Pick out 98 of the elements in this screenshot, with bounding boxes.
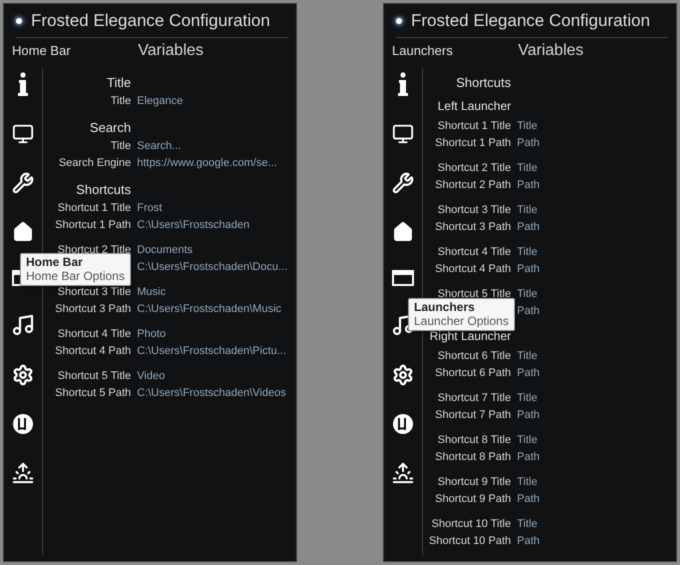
field-label: Shortcut 6 Path [434,366,511,378]
field-label: Shortcut 5 Title [56,370,131,382]
field-value[interactable]: Photo [137,328,288,340]
column-heading: Variables [138,42,205,60]
field-value[interactable]: Elegance [137,94,288,106]
window-title: Frosted Elegance Configuration [31,10,270,30]
field-value[interactable]: Path [517,262,540,274]
info-icon[interactable] [397,72,409,96]
field-value[interactable]: C:\Users\Frostschaden\Videos [137,386,288,398]
field-value[interactable]: Title [517,518,540,530]
field-value[interactable]: Path [517,492,540,504]
home-icon[interactable] [392,221,414,243]
tooltip-text: Home Bar Options [26,269,125,283]
field-value[interactable]: Search... [137,140,288,152]
group-heading: Title [106,74,131,91]
group-heading: Shortcuts [455,74,511,91]
mu-logo-icon[interactable] [392,413,414,435]
window-title: Frosted Elegance Configuration [411,10,650,30]
field-label: Shortcut 3 Path [434,220,511,232]
field-value[interactable]: Title [517,434,540,446]
field-value[interactable]: C:\Users\Frostschaden\Music [137,302,288,314]
mu-logo-icon[interactable] [12,413,34,435]
field-label: Shortcut 3 Title [56,286,131,298]
field-value[interactable]: Path [517,408,540,420]
field-label: Shortcut 4 Path [434,262,511,274]
group-heading: Search [88,119,131,136]
field-value[interactable]: Path [517,450,540,462]
field-value[interactable]: Title [517,246,540,258]
group-heading: Shortcuts [75,181,131,198]
field-label: Shortcut 3 Title [436,204,511,216]
field-value[interactable]: Title [517,162,540,174]
field-value[interactable]: Path [517,178,540,190]
section-title: Home Bar [12,43,72,58]
field-label: Shortcut 2 Title [56,244,131,256]
tooltip-title: Home Bar [26,255,84,269]
field-value[interactable]: C:\Users\Frostschaden [137,218,288,230]
field-value[interactable]: Path [517,136,540,148]
field-label: Shortcut 2 Title [436,162,511,174]
field-label: Shortcut 9 Path [434,492,511,504]
tooltip-text: Launcher Options [414,314,509,328]
section-title: Launchers [392,43,454,58]
field-value[interactable]: Title [517,476,540,488]
field-value[interactable]: Title [517,392,540,404]
taskbar-icon[interactable] [392,270,414,286]
field-label: Shortcut 7 Title [436,392,511,404]
field-value[interactable]: Title [517,120,540,132]
field-label: Title [110,140,131,152]
monitor-icon[interactable] [12,123,34,145]
field-label: Shortcut 6 Title [436,350,511,362]
column-heading: Variables [518,42,585,60]
dot-icon [396,18,402,24]
field-value[interactable]: Title [517,288,540,300]
field-label: Shortcut 9 Title [436,476,511,488]
field-value[interactable]: C:\Users\Frostschaden\Pictu... [137,344,288,356]
field-value[interactable]: Frost [137,202,288,214]
field-label: Shortcut 4 Path [54,344,131,356]
wrench-icon[interactable] [392,172,414,194]
music-note-icon[interactable] [11,313,35,337]
field-label: Title [110,94,131,106]
wrench-icon[interactable] [12,172,34,194]
field-label: Shortcut 10 Title [430,518,511,530]
settings-icon[interactable] [12,364,34,386]
info-icon[interactable] [17,72,29,96]
settings-icon[interactable] [392,364,414,386]
field-label: Shortcut 1 Path [434,136,511,148]
field-value[interactable]: Path [517,304,540,316]
tooltip-title: Launchers [414,300,476,314]
field-label: Shortcut 8 Title [436,434,511,446]
field-value[interactable]: Video [137,370,288,382]
field-label: Shortcut 1 Title [56,202,131,214]
field-label: Shortcut 7 Path [434,408,511,420]
field-value[interactable]: Title [517,204,540,216]
field-value[interactable]: Path [517,534,540,546]
field-label: Shortcut 4 Title [56,328,131,340]
home-icon[interactable] [12,221,34,243]
field-value[interactable]: Title [517,350,540,362]
sunrise-icon[interactable] [392,462,414,484]
sunrise-icon[interactable] [12,462,34,484]
field-value[interactable]: Path [517,220,540,232]
subgroup-heading: Right Launcher [428,328,511,345]
field-value[interactable]: Music [137,286,288,298]
field-label: Shortcut 1 Path [54,218,131,230]
field-label: Shortcut 5 Title [436,288,511,300]
field-label: Shortcut 10 Path [428,534,511,546]
subgroup-heading: Left Launcher [436,98,511,115]
field-label: Shortcut 3 Path [54,302,131,314]
field-value[interactable]: Documents [137,244,288,256]
field-label: Shortcut 1 Title [436,120,511,132]
field-label: Shortcut 8 Path [434,450,511,462]
field-value[interactable]: C:\Users\Frostschaden\Docu... [137,260,288,272]
field-label: Shortcut 4 Title [436,246,511,258]
field-label: Shortcut 5 Path [54,386,131,398]
field-value[interactable]: Path [517,366,540,378]
field-label: Shortcut 2 Path [434,178,511,190]
field-label: Search Engine [58,156,131,168]
field-value[interactable]: https://www.google.com/se... [137,156,288,168]
dot-icon [16,18,22,24]
monitor-icon[interactable] [392,123,414,145]
